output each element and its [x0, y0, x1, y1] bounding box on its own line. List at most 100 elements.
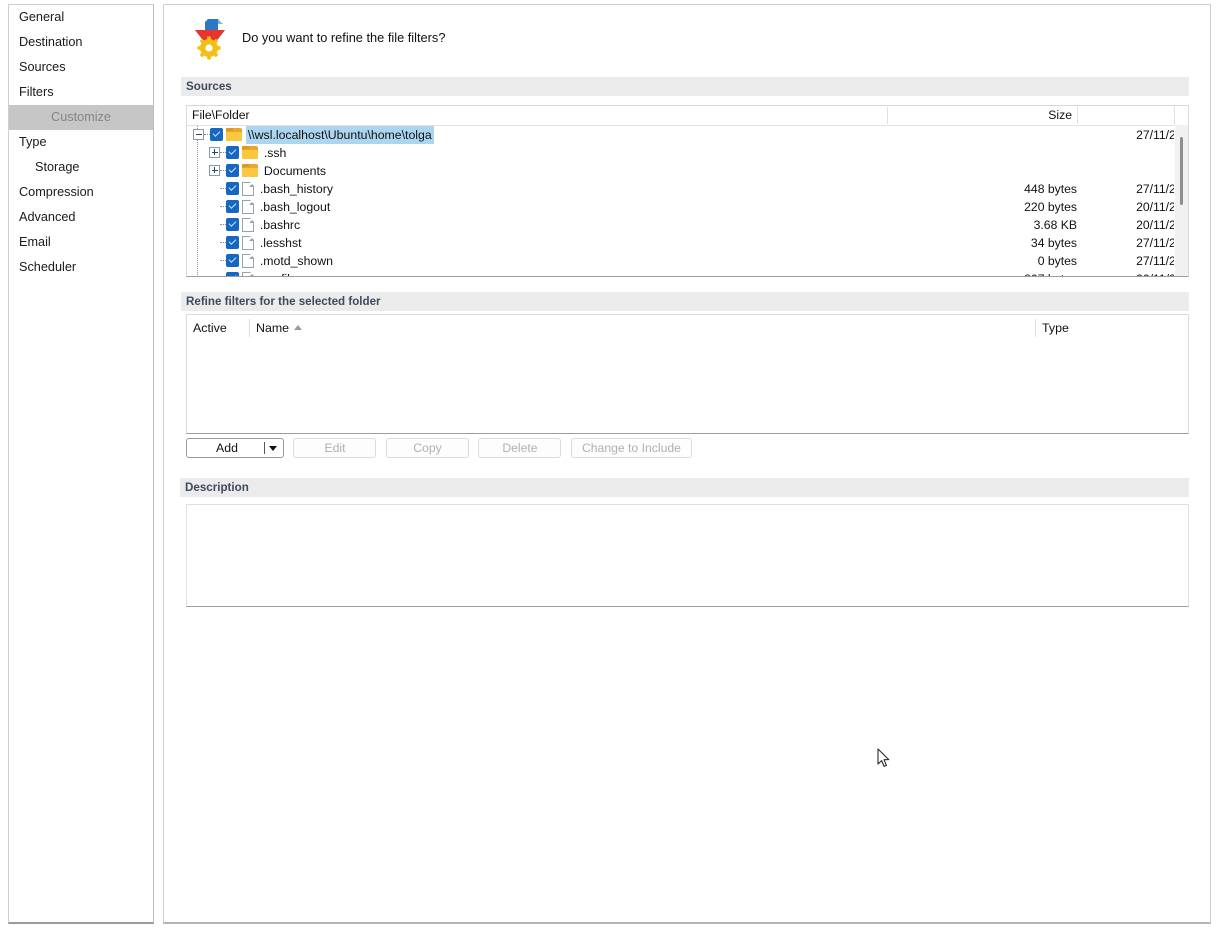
sources-section-header: Sources	[181, 77, 1189, 96]
column-header-name[interactable]: Name	[249, 319, 1035, 337]
refine-filters-list[interactable]: Active Name Type	[186, 314, 1189, 434]
tree-row-name-cell[interactable]: \\wsl.localhost\Ubuntu\home\tolga	[193, 126, 434, 144]
column-header-name-label: Name	[256, 321, 290, 335]
tree-row-modified: 27/11/2022 16:06:21	[1136, 254, 1188, 268]
tree-row-name-cell[interactable]: .bash_logout	[209, 198, 332, 216]
file-icon	[242, 253, 255, 268]
tree-row-name-cell[interactable]: .profile	[209, 270, 299, 276]
sidebar-item-label: Email	[19, 235, 51, 249]
sources-tree-body[interactable]: \\wsl.localhost\Ubuntu\home\tolga 27/11/2…	[187, 126, 1188, 276]
tree-row-label: .profile	[258, 270, 299, 276]
tree-row-name-cell[interactable]: .motd_shown	[209, 252, 335, 270]
expand-plus-icon[interactable]	[209, 165, 220, 177]
copy-button[interactable]: Copy	[385, 438, 469, 458]
folder-icon	[242, 164, 259, 178]
tree-row-checkbox[interactable]	[226, 200, 239, 214]
sources-tree-view[interactable]: File\Folder Size Modified Attributes \\w…	[186, 105, 1189, 277]
tree-row[interactable]: .bash_history 448 bytes 27/11/2022 17:38:2…	[187, 180, 1188, 198]
add-dropdown-button[interactable]	[264, 442, 278, 454]
tree-scrollbar-thumb[interactable]	[1180, 137, 1183, 205]
tree-row[interactable]: .motd_shown 0 bytes 27/11/2022 16:06:21	[187, 252, 1188, 270]
column-header-size[interactable]: Size	[887, 107, 1077, 124]
sidebar-item-label: Advanced	[19, 210, 76, 224]
tree-row-name-cell[interactable]: .lesshst	[209, 234, 304, 252]
tree-row-checkbox[interactable]	[226, 218, 239, 232]
sidebar-item-storage[interactable]: Storage	[9, 155, 153, 180]
tree-row[interactable]: .profile 807 bytes 20/11/2022 21:13:58	[187, 270, 1188, 276]
sidebar-item-compression[interactable]: Compression	[9, 180, 153, 205]
tree-header-corner	[1174, 106, 1188, 125]
sidebar-item-scheduler[interactable]: Scheduler	[9, 255, 153, 280]
tree-row-checkbox[interactable]	[226, 146, 239, 160]
tree-row-checkbox[interactable]	[226, 272, 239, 276]
tree-row[interactable]: Documents	[187, 162, 1188, 180]
refine-filters-list-header: Active Name Type	[187, 315, 1188, 341]
tree-row[interactable]: .bashrc 3.68 KB 20/11/2022 21:13:58	[187, 216, 1188, 234]
tree-row-label: .motd_shown	[259, 254, 333, 268]
tree-row-modified: 20/11/2022 21:13:58	[1136, 218, 1188, 232]
tree-row-size: 3.68 KB	[1033, 218, 1077, 232]
expand-plus-icon[interactable]	[209, 147, 220, 159]
tree-row[interactable]: \\wsl.localhost\Ubuntu\home\tolga 27/11/2…	[187, 126, 1188, 144]
filter-funnel-gear-icon	[188, 15, 236, 63]
sidebar-item-sources[interactable]: Sources	[9, 55, 153, 80]
description-textarea[interactable]	[186, 504, 1189, 607]
tree-row[interactable]: .lesshst 34 bytes 27/11/2022 16:07:15	[187, 234, 1188, 252]
sidebar-item-label: Customize	[51, 110, 111, 124]
settings-dialog-page: General Destination Sources Filters Customiz…	[0, 0, 1219, 936]
tree-row-size: 448 bytes	[1024, 182, 1077, 196]
sidebar-item-type[interactable]: Type	[9, 130, 153, 155]
tree-row-name-cell[interactable]: .bashrc	[209, 216, 302, 234]
refine-filters-section-header: Refine filters for the selected folder	[181, 292, 1189, 311]
sidebar-item-filters[interactable]: Filters	[9, 80, 153, 105]
collapse-minus-icon[interactable]	[193, 129, 204, 141]
tree-row-checkbox[interactable]	[226, 182, 239, 196]
tree-row-modified: 20/11/2022 21:13:58	[1087, 270, 1188, 276]
file-icon	[242, 181, 255, 196]
edit-button[interactable]: Edit	[293, 438, 377, 458]
sort-ascending-icon	[294, 325, 303, 331]
tree-row-size: 807 bytes	[977, 270, 1077, 276]
tree-row-modified: 27/11/2022 17:38:20	[1136, 182, 1188, 196]
tree-row-label: .bash_history	[259, 182, 333, 196]
main-content-panel: Do you want to refine the file filters? …	[163, 4, 1211, 924]
tree-vertical-scrollbar[interactable]	[1174, 125, 1188, 276]
sidebar-item-label: Type	[19, 135, 47, 149]
column-header-type[interactable]: Type	[1035, 319, 1175, 337]
tree-row-label: .bash_logout	[259, 200, 331, 214]
tree-row-name-cell[interactable]: .bash_history	[209, 180, 335, 198]
column-header-active[interactable]: Active	[187, 319, 249, 337]
column-header-modified[interactable]: Modified	[1077, 107, 1188, 124]
sidebar-item-email[interactable]: Email	[9, 230, 153, 255]
tree-row-checkbox[interactable]	[210, 128, 223, 142]
tree-row-size: 220 bytes	[1024, 200, 1077, 214]
tree-row-label: Documents	[263, 164, 327, 178]
tree-row-checkbox[interactable]	[226, 164, 239, 178]
sources-tree-header: File\Folder Size Modified Attributes	[187, 106, 1188, 126]
tree-row[interactable]: .bash_logout 220 bytes 20/11/2022 21:13:58	[187, 198, 1188, 216]
banner: Do you want to refine the file filters?	[164, 5, 1210, 71]
delete-button[interactable]: Delete	[478, 438, 562, 458]
sidebar-item-label: Sources	[19, 60, 66, 74]
change-to-include-button[interactable]: Change to Include	[570, 438, 692, 458]
description-section-header: Description	[180, 478, 1189, 497]
sidebar-item-general[interactable]: General	[9, 5, 153, 30]
sidebar-item-label: General	[19, 10, 65, 24]
banner-question-text: Do you want to refine the file filters?	[242, 30, 446, 45]
tree-row[interactable]: .ssh	[187, 144, 1188, 162]
settings-nav-sidebar: General Destination Sources Filters Customiz…	[8, 4, 154, 924]
tree-row-name-cell[interactable]: .ssh	[209, 144, 288, 162]
sidebar-item-advanced[interactable]: Advanced	[9, 205, 153, 230]
sidebar-item-destination[interactable]: Destination	[9, 30, 153, 55]
tree-row-checkbox[interactable]	[226, 236, 239, 250]
sidebar-item-label: Filters	[19, 85, 54, 99]
tree-row-checkbox[interactable]	[226, 254, 239, 268]
add-button-group[interactable]: Add	[186, 438, 284, 458]
tree-row-modified: 27/11/2022 13:08:18	[1136, 128, 1188, 142]
tree-row-name-cell[interactable]: Documents	[209, 162, 328, 180]
tree-row-size: 34 bytes	[1030, 236, 1077, 250]
column-header-file-folder[interactable]: File\Folder	[187, 107, 887, 124]
